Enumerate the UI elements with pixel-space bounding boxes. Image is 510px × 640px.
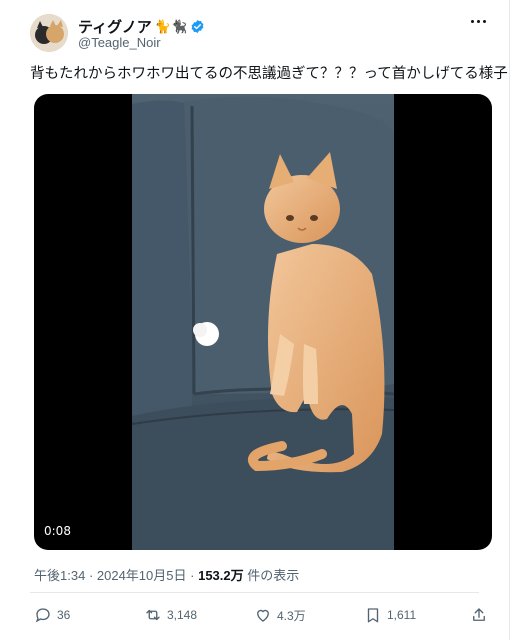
repost-icon (146, 609, 160, 621)
action-bar: 36 3,148 4.3万 1,611 (34, 606, 490, 628)
avatar[interactable] (30, 14, 68, 52)
reply-icon (35, 608, 50, 623)
more-icon[interactable] (471, 18, 487, 24)
tweet-card: ティグノア 🐈🐈‍⬛ @Teagle_Noir 背もたれからホワホワ出てるの不思… (0, 0, 510, 640)
video-frame (132, 94, 394, 550)
video-time: 0:08 (44, 524, 71, 538)
share-button[interactable] (470, 606, 488, 624)
like-button[interactable]: 4.3万 (254, 606, 306, 624)
views-count: 153.2万 (198, 568, 244, 583)
tweet-date[interactable]: 2024年10月5日 (97, 568, 187, 583)
meta-separator: · (88, 568, 97, 583)
share-icon (473, 608, 485, 621)
like-count: 4.3万 (277, 608, 306, 623)
divider (30, 592, 479, 593)
repost-button[interactable]: 3,148 (144, 606, 197, 624)
reply-button[interactable]: 36 (34, 606, 70, 624)
bookmark-button[interactable]: 1,611 (364, 606, 416, 624)
display-name[interactable]: ティグノア (78, 16, 152, 37)
meta-separator: · (190, 568, 199, 583)
reply-count: 36 (57, 608, 71, 622)
repost-count: 3,148 (167, 608, 198, 622)
views-label: 件の表示 (247, 568, 300, 583)
name-row: ティグノア 🐈🐈‍⬛ (78, 16, 205, 37)
tweet-meta: 午後1:34 · 2024年10月5日 · 153.2万 件の表示 (34, 565, 299, 584)
bookmark-icon (367, 608, 379, 623)
bookmark-count: 1,611 (387, 608, 417, 622)
video-player[interactable]: 0:08 (34, 94, 492, 550)
name-emoji: 🐈🐈‍⬛ (154, 18, 188, 34)
tweet-text: 背もたれからホワホワ出てるの不思議過ぎて？？？って首かしげてる様子 (30, 66, 508, 82)
handle[interactable]: @Teagle_Noir (78, 35, 161, 50)
heart-icon (257, 609, 269, 622)
verified-badge-icon (191, 19, 204, 34)
tweet-time[interactable]: 午後1:34 (34, 568, 85, 583)
